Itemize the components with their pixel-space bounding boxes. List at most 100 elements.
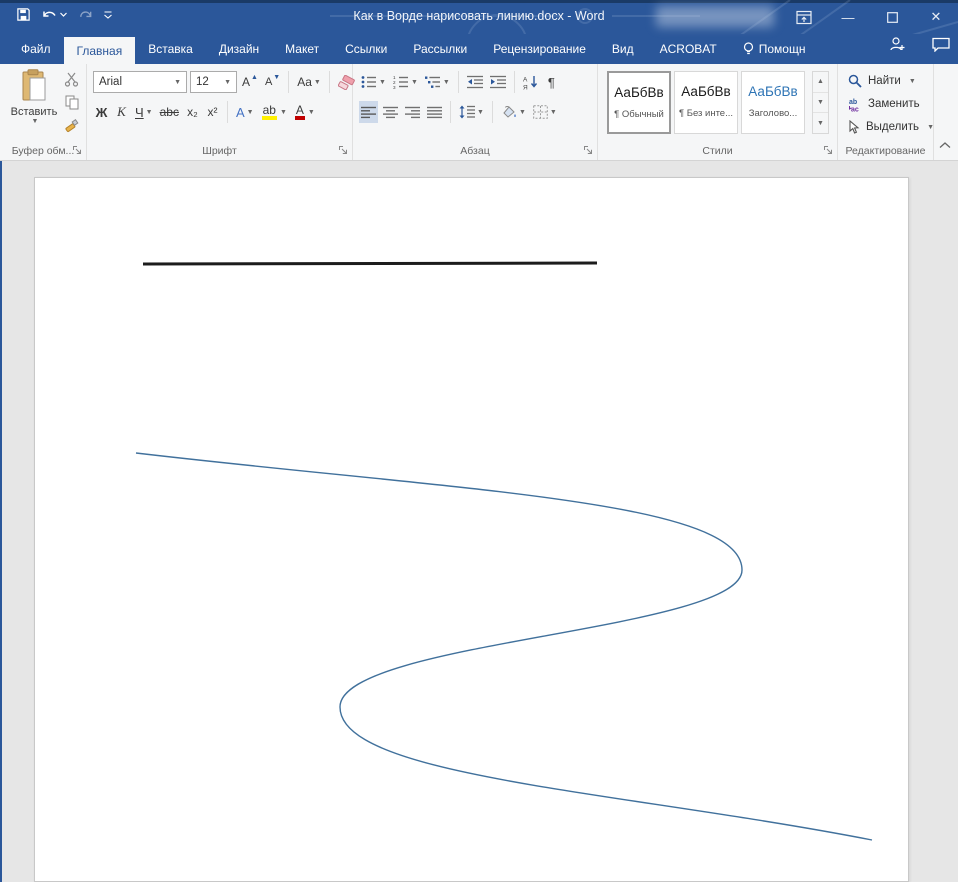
tab-tell-me[interactable]: Помощн xyxy=(730,34,819,64)
paste-dropdown-icon: ▼ xyxy=(31,118,39,125)
styles-scroll-up-button[interactable]: ▲ xyxy=(813,72,828,93)
font-size-value: 12 xyxy=(196,76,209,88)
document-area[interactable] xyxy=(0,161,958,882)
copy-icon xyxy=(65,95,78,110)
styles-dialog-launcher[interactable] xyxy=(822,144,834,156)
find-button[interactable]: Найти ▼ xyxy=(848,71,916,91)
style-card-no-spacing[interactable]: АаБбВв ¶ Без инте... xyxy=(674,71,738,134)
borders-button[interactable]: ▼ xyxy=(531,101,559,123)
replace-button[interactable]: ab ac Заменить xyxy=(848,94,920,114)
show-paragraph-marks-button[interactable]: ¶ xyxy=(543,71,560,93)
drawn-straight-line[interactable] xyxy=(142,261,598,266)
align-center-button[interactable] xyxy=(381,101,400,123)
tab-layout[interactable]: Макет xyxy=(272,34,332,64)
font-size-combobox[interactable]: 12 ▼ xyxy=(190,71,237,93)
dialog-launcher-icon xyxy=(73,146,81,154)
tab-tell-me-label: Помощн xyxy=(758,42,806,56)
font-dialog-launcher[interactable] xyxy=(337,144,349,156)
text-highlight-button[interactable]: ab ▼ xyxy=(259,101,289,123)
group-editing: Найти ▼ ab ac Заменить Выделить ▼ Редакти… xyxy=(838,64,934,160)
numbering-icon: 123 xyxy=(393,75,408,89)
text-effects-letter: А xyxy=(235,104,245,120)
ribbon-display-options-button[interactable] xyxy=(782,1,826,33)
save-button[interactable] xyxy=(16,7,31,22)
paragraph-dialog-launcher[interactable] xyxy=(582,144,594,156)
italic-button[interactable]: К xyxy=(113,101,130,123)
align-left-icon xyxy=(361,106,376,118)
justify-button[interactable] xyxy=(425,101,444,123)
strikethrough-button[interactable]: abc xyxy=(158,101,181,123)
increase-indent-button[interactable] xyxy=(488,71,508,93)
subscript-button[interactable]: x₂ xyxy=(184,101,201,123)
font-family-combobox[interactable]: Arial ▼ xyxy=(93,71,187,93)
svg-text:А: А xyxy=(523,76,528,83)
cut-button[interactable] xyxy=(62,70,81,89)
redo-button[interactable] xyxy=(78,8,93,22)
comment-icon[interactable] xyxy=(932,37,950,52)
decrease-indent-icon xyxy=(466,75,483,89)
justify-icon xyxy=(427,106,442,118)
tab-design[interactable]: Дизайн xyxy=(206,34,272,64)
sort-icon: АЯ xyxy=(523,75,537,90)
font-color-button[interactable]: А ▼ xyxy=(292,101,317,123)
align-right-button[interactable] xyxy=(403,101,422,123)
styles-scroll-down-button[interactable]: ▼ xyxy=(813,93,828,114)
tab-mailings[interactable]: Рассылки xyxy=(400,34,480,64)
clipboard-dialog-launcher[interactable] xyxy=(71,144,83,156)
redo-icon xyxy=(80,10,92,17)
minimize-button[interactable]: — xyxy=(826,1,870,33)
format-painter-button[interactable] xyxy=(62,116,81,135)
select-button[interactable]: Выделить ▼ xyxy=(848,117,934,137)
maximize-button[interactable] xyxy=(870,1,914,33)
change-case-button[interactable]: Aa ▼ xyxy=(295,71,323,93)
find-dropdown-icon: ▼ xyxy=(908,77,916,85)
separator xyxy=(288,71,290,93)
drawn-curve[interactable] xyxy=(135,452,873,841)
shading-button[interactable]: ▼ xyxy=(499,101,528,123)
svg-text:Я: Я xyxy=(523,84,528,90)
text-effects-button[interactable]: А ▼ xyxy=(234,101,256,123)
shading-dropdown-icon: ▼ xyxy=(518,108,526,116)
tab-view[interactable]: Вид xyxy=(599,34,647,64)
line-spacing-button[interactable]: ▼ xyxy=(457,101,486,123)
shrink-font-button[interactable]: А ▼ xyxy=(263,71,282,93)
share-contact-icon[interactable] xyxy=(889,36,906,52)
tab-insert[interactable]: Вставка xyxy=(135,34,206,64)
paste-button[interactable]: Вставить ▼ xyxy=(8,69,60,141)
tab-file[interactable]: Файл xyxy=(8,34,64,64)
bold-button[interactable]: Ж xyxy=(93,101,110,123)
tab-references[interactable]: Ссылки xyxy=(332,34,400,64)
multilevel-list-button[interactable]: ▼ xyxy=(423,71,452,93)
tab-home[interactable]: Главная xyxy=(63,37,136,64)
dialog-launcher-icon xyxy=(824,146,832,154)
paragraph-group-label: Абзац xyxy=(460,145,490,157)
bullets-button[interactable]: ▼ xyxy=(359,71,388,93)
svg-text:3: 3 xyxy=(393,85,396,89)
shading-icon xyxy=(503,105,516,118)
customize-qat-button[interactable] xyxy=(104,10,112,19)
styles-gallery-more-button[interactable]: ▼ xyxy=(813,113,828,133)
style-sample: АаБбВв xyxy=(614,85,664,100)
align-left-button[interactable] xyxy=(359,101,378,123)
tab-acrobat[interactable]: ACROBAT xyxy=(647,34,730,64)
grow-font-button[interactable]: А ▲ xyxy=(240,71,260,93)
dialog-launcher-icon xyxy=(584,146,592,154)
collapse-ribbon-button[interactable] xyxy=(939,138,951,152)
style-name: Заголово... xyxy=(748,108,798,119)
numbering-button[interactable]: 123 ▼ xyxy=(391,71,420,93)
tab-review[interactable]: Рецензирование xyxy=(480,34,599,64)
separator xyxy=(457,71,459,93)
style-card-normal[interactable]: АаБбВв ¶ Обычный xyxy=(607,71,671,134)
increase-indent-icon xyxy=(489,75,506,89)
style-card-heading[interactable]: АаБбВв Заголово... xyxy=(741,71,805,134)
underline-button[interactable]: Ч ▼ xyxy=(133,101,155,123)
sort-button[interactable]: АЯ xyxy=(521,71,540,93)
replace-label: Заменить xyxy=(868,98,920,110)
decrease-indent-button[interactable] xyxy=(465,71,485,93)
copy-button[interactable] xyxy=(62,93,81,112)
close-button[interactable]: ✕ xyxy=(914,1,958,33)
undo-button[interactable] xyxy=(42,8,67,22)
select-dropdown-icon: ▼ xyxy=(927,123,934,131)
separator xyxy=(491,101,493,123)
superscript-button[interactable]: x² xyxy=(204,101,221,123)
